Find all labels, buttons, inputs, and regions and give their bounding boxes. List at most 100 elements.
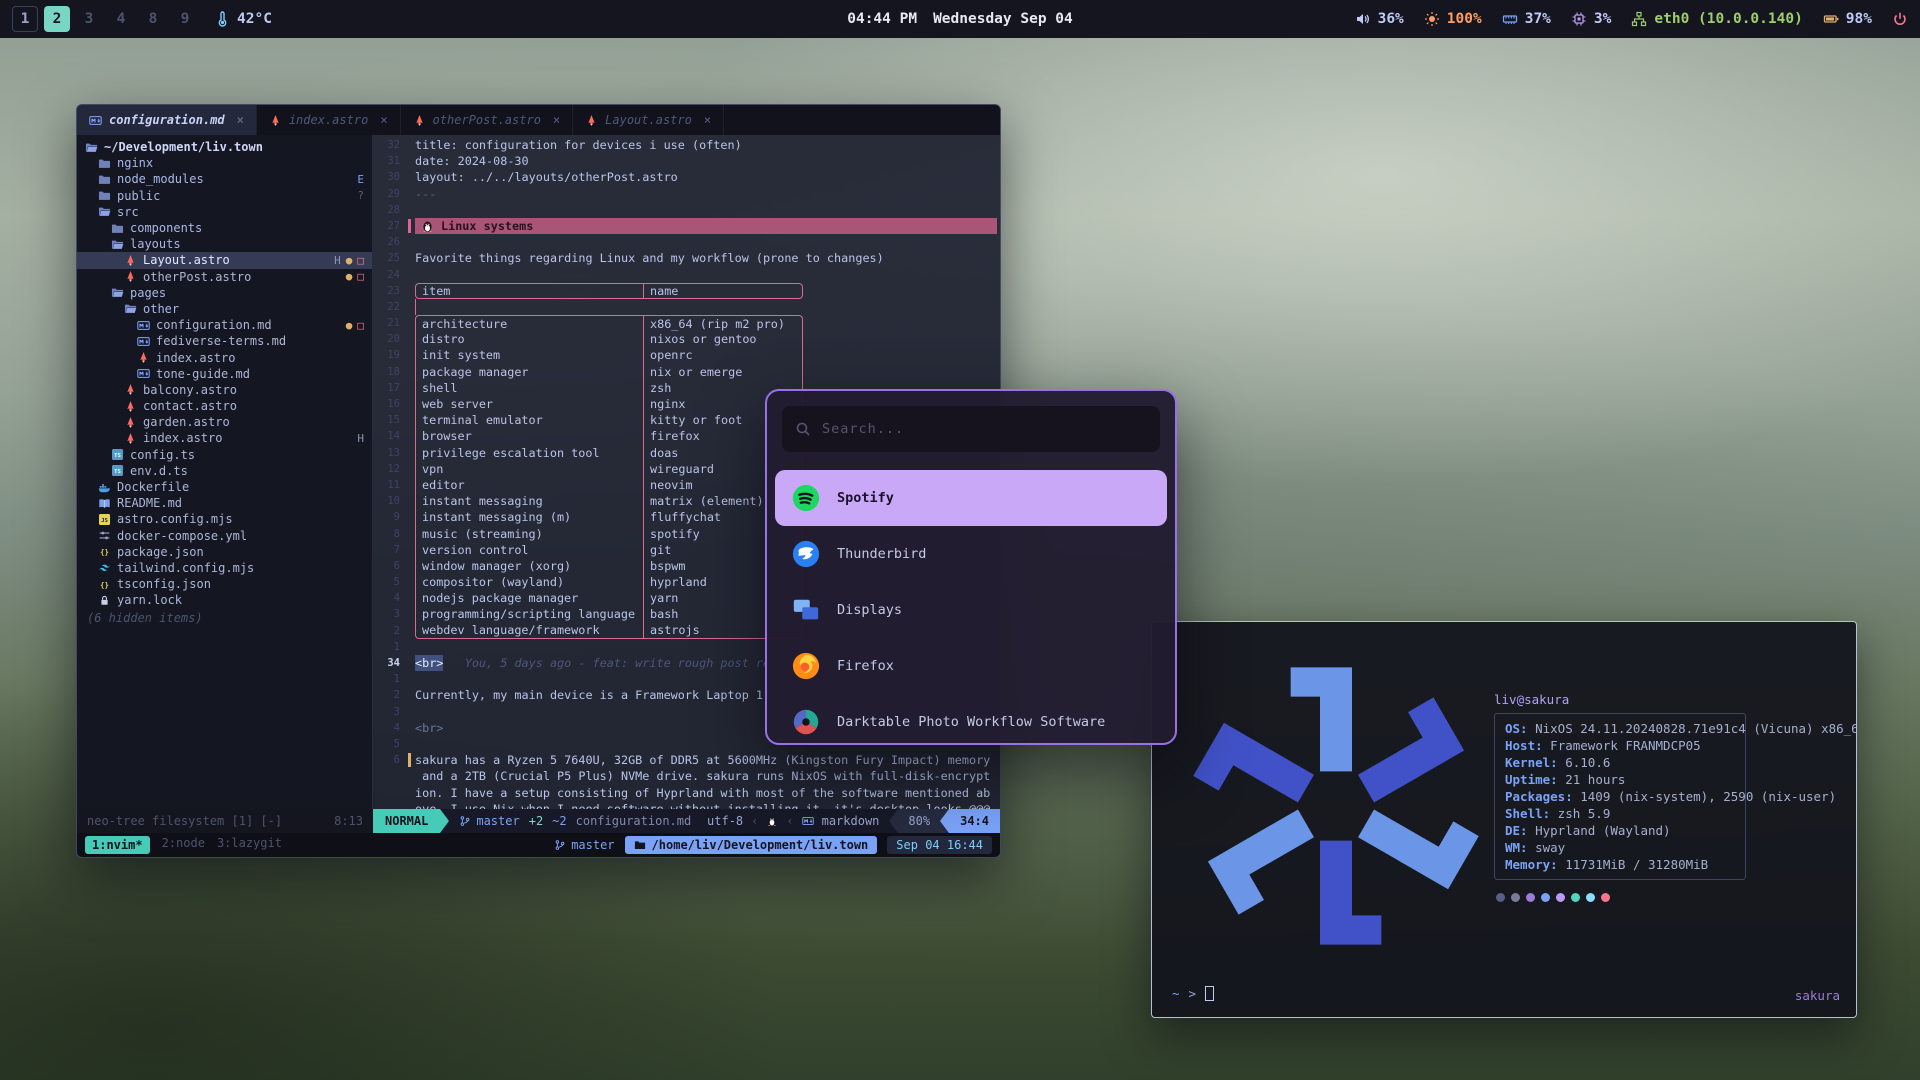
tree-item-yarn.lock[interactable]: yarn.lock <box>77 592 372 608</box>
tree-item-tailwind.config.mjs[interactable]: tailwind.config.mjs <box>77 560 372 576</box>
tree-item-garden.astro[interactable]: garden.astro <box>77 414 372 430</box>
json-icon <box>98 578 111 591</box>
tree-item-components[interactable]: components <box>77 220 372 236</box>
tree-item-public[interactable]: public? <box>77 188 372 204</box>
tree-item-otherPost.astro[interactable]: otherPost.astro●□ <box>77 269 372 285</box>
module-network[interactable]: eth0 (10.0.0.140) <box>1631 11 1802 27</box>
table-row: distronixos or gentoo <box>415 331 803 347</box>
tree-item-fediverse-terms.md[interactable]: fediverse-terms.md <box>77 333 372 349</box>
shell-prompt[interactable]: ~ > <box>1172 986 1214 1001</box>
tree-item-Layout.astro[interactable]: Layout.astroH●□ <box>77 252 372 268</box>
tree-item-layouts[interactable]: layouts <box>77 236 372 252</box>
tree-item-contact.astro[interactable]: contact.astro <box>77 398 372 414</box>
close-icon[interactable]: × <box>704 113 711 127</box>
search-input[interactable] <box>782 406 1160 452</box>
module-brightness[interactable]: 100% <box>1424 11 1482 27</box>
line-content: package managernix or emerge <box>415 364 1000 380</box>
module-battery[interactable]: 98% <box>1823 11 1872 27</box>
tree-item-tone-guide.md[interactable]: tone-guide.md <box>77 366 372 382</box>
close-icon[interactable]: × <box>553 113 560 127</box>
sign-column <box>407 493 415 509</box>
workspace-3[interactable]: 3 <box>76 6 102 32</box>
workspace-1[interactable]: 1 <box>12 6 38 32</box>
cpu-icon <box>1571 11 1587 27</box>
tmux-window-2:node[interactable]: 2:node <box>162 836 205 854</box>
tree-item-markers: ? <box>357 189 364 202</box>
module-cpu[interactable]: 3% <box>1571 11 1611 27</box>
sign-column <box>407 234 415 250</box>
info-value: 1409 (nix-system), 2590 (nix-user) <box>1573 789 1836 804</box>
tab-index.astro[interactable]: index.astro× <box>257 105 401 135</box>
tree-item-pages[interactable]: pages <box>77 285 372 301</box>
tree-item-index.astro[interactable]: index.astroH <box>77 430 372 446</box>
tab-configuration.md[interactable]: configuration.md× <box>77 105 257 135</box>
launcher-item-Displays[interactable]: Displays <box>775 582 1167 638</box>
sign-column <box>407 574 415 590</box>
speaker-icon <box>1355 11 1371 27</box>
palette-dot <box>1541 893 1550 902</box>
table-cell: browser <box>416 428 644 444</box>
folder-icon <box>98 157 111 170</box>
buffer-line: 25Favorite things regarding Linux and my… <box>373 250 1000 266</box>
tab-otherPost.astro[interactable]: otherPost.astro× <box>401 105 574 135</box>
file-tree: ~/Development/liv.townnginxnode_modulesE… <box>77 135 373 809</box>
tree-item-index.astro[interactable]: index.astro <box>77 349 372 365</box>
tree-item-tsconfig.json[interactable]: tsconfig.json <box>77 576 372 592</box>
workspace-4[interactable]: 4 <box>108 6 134 32</box>
workspace-2[interactable]: 2 <box>44 6 70 32</box>
tree-item-env.d.ts[interactable]: env.d.ts <box>77 463 372 479</box>
workspace-8[interactable]: 8 <box>140 6 166 32</box>
module-volume[interactable]: 36% <box>1355 11 1404 27</box>
tree-item-nginx[interactable]: nginx <box>77 155 372 171</box>
temperature-module[interactable]: 42°C <box>214 11 272 27</box>
line-number: 27 <box>373 218 407 234</box>
branch-icon <box>459 815 471 827</box>
marker: ● <box>346 319 353 332</box>
launcher-item-Spotify[interactable]: Spotify <box>775 470 1167 526</box>
sign-column <box>407 315 415 331</box>
tree-item-other[interactable]: other <box>77 301 372 317</box>
app-launcher: Spotify Thunderbird DisplaysFirefoxDarktab… <box>765 389 1177 745</box>
table-cell: instant messaging <box>416 493 644 509</box>
tree-item-label: README.md <box>117 496 182 510</box>
tree-item-label: src <box>117 205 139 219</box>
astro-icon <box>137 351 150 364</box>
launcher-item-Darktable Photo Workflow Software[interactable]: Darktable Photo Workflow Software <box>775 694 1167 745</box>
statusline-filename: configuration.md <box>576 814 692 828</box>
user-host: liv@sakura <box>1494 692 1746 707</box>
line-number: 18 <box>373 364 407 380</box>
tree-item-balcony.astro[interactable]: balcony.astro <box>77 382 372 398</box>
workspace-9[interactable]: 9 <box>172 6 198 32</box>
tab-Layout.astro[interactable]: Layout.astro× <box>573 105 724 135</box>
line-content: title: configuration for devices i use (… <box>415 137 1000 153</box>
close-icon[interactable]: × <box>380 113 387 127</box>
tree-item-README.md[interactable]: README.md <box>77 495 372 511</box>
tree-item-astro.config.mjs[interactable]: astro.config.mjs <box>77 511 372 527</box>
tmux-window-3:lazygit[interactable]: 3:lazygit <box>217 836 282 854</box>
sign-column <box>407 720 415 736</box>
close-icon[interactable]: × <box>237 113 244 127</box>
sign-column <box>407 542 415 558</box>
line-number: 25 <box>373 250 407 266</box>
tree-item-node_modules[interactable]: node_modulesE <box>77 171 372 187</box>
info-key: Shell: <box>1505 806 1550 821</box>
table-header: itemname <box>415 283 803 299</box>
tree-item-docker-compose.yml[interactable]: docker-compose.yml <box>77 528 372 544</box>
tree-item-config.ts[interactable]: config.ts <box>77 447 372 463</box>
tree-item-~/Development/liv.town[interactable]: ~/Development/liv.town <box>77 139 372 155</box>
folder-icon <box>98 189 111 202</box>
sign-column <box>407 202 415 218</box>
info-key: Host: <box>1505 738 1543 753</box>
module-memory[interactable]: 37% <box>1502 11 1551 27</box>
tree-item-package.json[interactable]: package.json <box>77 544 372 560</box>
tmux-window-1:nvim*[interactable]: 1:nvim* <box>85 836 150 854</box>
tree-item-Dockerfile[interactable]: Dockerfile <box>77 479 372 495</box>
tree-item-src[interactable]: src <box>77 204 372 220</box>
brightness-icon <box>1424 11 1440 27</box>
module-power[interactable] <box>1892 11 1908 27</box>
tree-item-configuration.md[interactable]: configuration.md●□ <box>77 317 372 333</box>
launcher-item-Thunderbird[interactable]: Thunderbird <box>775 526 1167 582</box>
launcher-item-Firefox[interactable]: Firefox <box>775 638 1167 694</box>
launcher-item-label: Thunderbird <box>837 546 926 562</box>
line-number: 5 <box>373 574 407 590</box>
